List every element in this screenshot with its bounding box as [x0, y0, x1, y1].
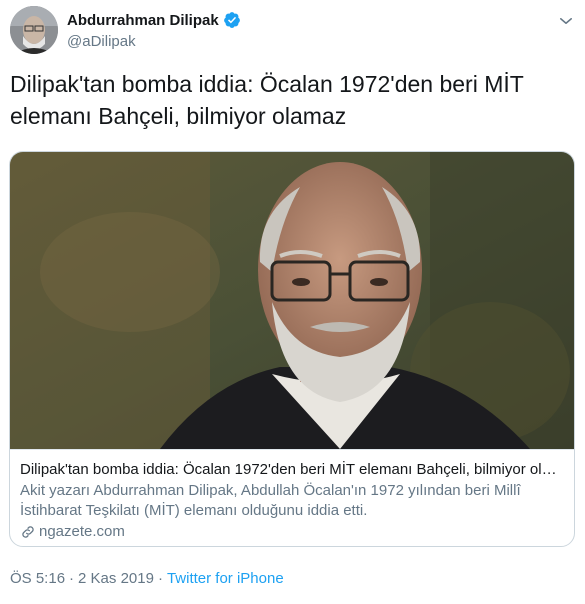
link-card[interactable]: Dilipak'tan bomba iddia: Öcalan 1972'den…	[9, 151, 575, 547]
avatar[interactable]	[10, 6, 58, 54]
author-name[interactable]: Abdurrahman Dilipak	[67, 12, 219, 29]
card-domain-text: ngazete.com	[39, 523, 125, 540]
author-name-row: Abdurrahman Dilipak	[67, 11, 241, 29]
verified-badge-icon	[223, 12, 240, 28]
tweet-text: Dilipak'tan bomba iddia: Öcalan 1972'den…	[10, 71, 524, 129]
meta-separator: ·	[69, 570, 75, 587]
meta-separator: ·	[157, 570, 163, 587]
card-title: Dilipak'tan bomba iddia: Öcalan 1972'den…	[20, 461, 564, 478]
chevron-down-icon[interactable]	[557, 12, 575, 30]
author-info: Abdurrahman Dilipak @aDilipak	[67, 11, 241, 50]
author-handle[interactable]: @aDilipak	[67, 33, 241, 50]
card-image	[10, 152, 574, 449]
card-description: Akit yazarı Abdurrahman Dilipak, Abdulla…	[20, 482, 521, 519]
tweet-meta: ÖS 5:16 · 2 Kas 2019 · Twitter for iPhon…	[10, 570, 284, 587]
card-domain: ngazete.com	[20, 522, 564, 542]
tweet-time[interactable]: ÖS 5:16	[10, 570, 65, 587]
card-body: Dilipak'tan bomba iddia: Öcalan 1972'den…	[10, 449, 574, 546]
tweet-source-link[interactable]: Twitter for iPhone	[167, 570, 284, 587]
tweet-date[interactable]: 2 Kas 2019	[78, 570, 154, 587]
link-icon	[22, 526, 34, 538]
tweet: Abdurrahman Dilipak @aDilipak Dilipak'ta…	[0, 0, 585, 604]
